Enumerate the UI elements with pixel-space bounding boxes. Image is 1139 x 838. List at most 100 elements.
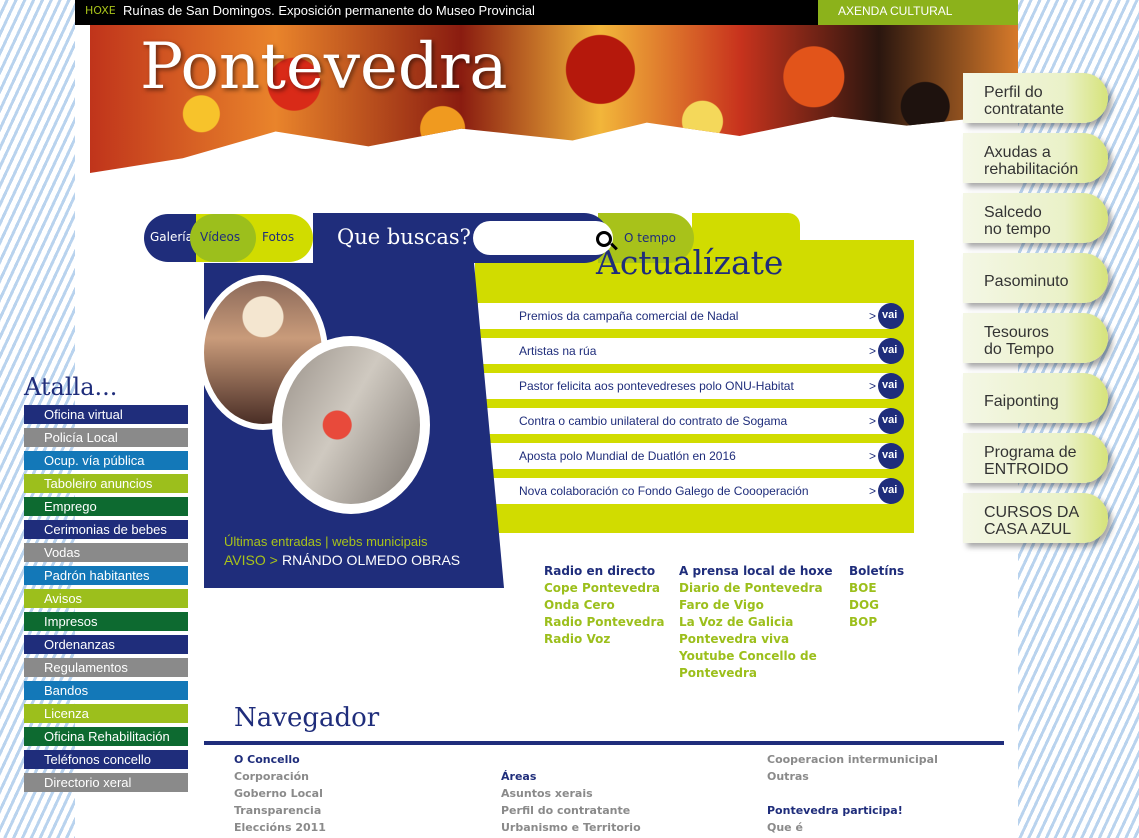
shortcut-button[interactable]: Ordenanzas [24, 635, 188, 654]
nav-link[interactable]: Urbanismo e Territorio [501, 819, 641, 836]
shortcut-button[interactable]: Oficina virtual [24, 405, 188, 424]
go-button[interactable]: vai [878, 303, 904, 329]
shortcut-button[interactable]: Ocup. vía pública [24, 451, 188, 470]
bulletins-heading: Boletíns [849, 564, 905, 578]
nav-link[interactable]: Perfil do contratante [501, 802, 641, 819]
shortcut-button[interactable]: Oficina Rehabilitación [24, 727, 188, 746]
radio-link[interactable]: Radio Voz [544, 631, 665, 648]
shortcut-button[interactable]: Directorio xeral [24, 773, 188, 792]
aviso-ticker[interactable]: RNÁNDO OLMEDO OBRAS [282, 552, 480, 570]
news-item-title: Aposta polo Mundial de Duatlón en 2016 [519, 449, 736, 463]
press-link[interactable]: Pontevedra viva [679, 631, 833, 648]
arrow-icon: > [869, 379, 877, 393]
news-item[interactable]: Aposta polo Mundial de Duatlón en 2016 > v… [478, 443, 904, 469]
go-button[interactable]: vai [878, 443, 904, 469]
radio-column: Radio en directo Cope Pontevedra Onda Ce… [544, 563, 665, 648]
press-heading: A prensa local de hoxe [679, 564, 833, 578]
shortcut-button[interactable]: Bandos [24, 681, 188, 700]
tab-line: contratante [984, 101, 1065, 118]
shortcut-button[interactable]: Policía Local [24, 428, 188, 447]
tab-line: Axudas a [984, 144, 1051, 161]
radio-heading: Radio en directo [544, 564, 656, 578]
bulletin-link[interactable]: DOG [849, 597, 904, 614]
nav-link[interactable]: Eleccións 2011 [234, 819, 326, 836]
bulletin-link[interactable]: BOP [849, 614, 904, 631]
news-item[interactable]: Pastor felicita aos pontevedreses polo O… [478, 373, 904, 399]
right-tab-axudas-rehabilitacion[interactable]: Axudas a rehabilitación [963, 133, 1108, 183]
nav-link[interactable]: Corporación [234, 768, 326, 785]
navigator-title: Navegador [234, 703, 380, 733]
right-tab-salcedo[interactable]: Salcedo no tempo [963, 193, 1108, 243]
radio-link[interactable]: Radio Pontevedra [544, 614, 665, 631]
bulletin-link[interactable]: BOE [849, 580, 904, 597]
go-button[interactable]: vai [878, 373, 904, 399]
right-tab-perfil-contratante[interactable]: Perfil do contratante [963, 73, 1108, 123]
tab-line: Salcedo [984, 204, 1042, 221]
shortcut-button[interactable]: Emprego [24, 497, 188, 516]
nav-heading[interactable]: Pontevedra participa! [767, 802, 938, 819]
go-button[interactable]: vai [878, 408, 904, 434]
nav-link[interactable]: Goberno Local [234, 785, 326, 802]
right-tab-pasominuto[interactable]: Pasominuto [963, 253, 1108, 303]
right-tab-entroido[interactable]: Programa de ENTROIDO [963, 433, 1108, 483]
today-label: HOXE [85, 4, 116, 17]
cultural-agenda-link[interactable]: AXENDA CULTURAL [818, 0, 1018, 25]
divider [204, 741, 1004, 745]
tab-line: Perfil do [984, 84, 1043, 101]
feature-photo-street[interactable] [272, 336, 430, 514]
shortcut-button[interactable]: Vodas [24, 543, 188, 562]
search-icon[interactable] [596, 231, 612, 247]
radio-link[interactable]: Onda Cero [544, 597, 665, 614]
press-link[interactable]: Youtube Concello de [679, 648, 833, 665]
nav-heading[interactable]: O Concello [234, 751, 326, 768]
aviso-label: AVISO > [224, 552, 278, 568]
right-tab-tesouros[interactable]: Tesouros do Tempo [963, 313, 1108, 363]
arrow-icon: > [869, 309, 877, 323]
nav-link[interactable]: Transparencia [234, 802, 326, 819]
shortcut-button[interactable]: Teléfonos concello [24, 750, 188, 769]
navigator-col-concello: O Concello Corporación Goberno Local Tra… [234, 751, 326, 836]
news-item-title: Nova colaboración co Fondo Galego de Coo… [519, 484, 809, 498]
tab-line: no tempo [984, 221, 1051, 238]
nav-heading[interactable]: Áreas [501, 768, 641, 785]
navigator-col-areas: Áreas Asuntos xerais Perfil do contratan… [501, 768, 641, 836]
right-tab-casa-azul[interactable]: CURSOS DA CASA AZUL [963, 493, 1108, 543]
press-link[interactable]: Pontevedra [679, 665, 833, 682]
news-item[interactable]: Artistas na rúa > vai [478, 338, 904, 364]
go-button[interactable]: vai [878, 478, 904, 504]
tab-fotos-label: Fotos [262, 230, 295, 244]
feature-links[interactable]: Últimas entradas | webs municipais [224, 534, 428, 549]
news-item[interactable]: Contra o cambio unilateral do contrato d… [478, 408, 904, 434]
news-item[interactable]: Premios da campaña comercial de Nadal > va… [478, 303, 904, 329]
shortcut-button[interactable]: Avisos [24, 589, 188, 608]
radio-link[interactable]: Cope Pontevedra [544, 580, 665, 597]
nav-link[interactable]: Outras [767, 768, 938, 785]
shortcut-button[interactable]: Regulamentos [24, 658, 188, 677]
nav-link[interactable]: Cooperacion intermunicipal [767, 751, 938, 768]
tab-videos[interactable]: Vídeos [190, 214, 256, 262]
press-link[interactable]: Faro de Vigo [679, 597, 833, 614]
shortcuts-title: Atalla... [24, 373, 118, 401]
news-item[interactable]: Nova colaboración co Fondo Galego de Coo… [478, 478, 904, 504]
nav-link[interactable]: Asuntos xerais [501, 785, 641, 802]
go-button[interactable]: vai [878, 338, 904, 364]
news-item-title: Contra o cambio unilateral do contrato d… [519, 414, 788, 428]
search-input[interactable] [473, 221, 613, 255]
shortcut-button[interactable]: Padrón habitantes [24, 566, 188, 585]
tab-line: CASA AZUL [984, 521, 1072, 538]
shortcut-button[interactable]: Licenza [24, 704, 188, 723]
right-tab-faiponting[interactable]: Faiponting [963, 373, 1108, 423]
news-panel-title: Actualízate [596, 243, 784, 282]
press-column: A prensa local de hoxe Diario de Ponteve… [679, 563, 833, 682]
press-link[interactable]: Diario de Pontevedra [679, 580, 833, 597]
press-link[interactable]: La Voz de Galicia [679, 614, 833, 631]
shortcut-button[interactable]: Impresos [24, 612, 188, 631]
nav-link[interactable]: Que é [767, 819, 938, 836]
bulletins-column: Boletíns BOE DOG BOP [849, 563, 904, 631]
shortcut-button[interactable]: Cerimonias de bebes [24, 520, 188, 539]
site-logo[interactable]: Pontevedra [140, 30, 508, 104]
shortcut-button[interactable]: Taboleiro anuncios [24, 474, 188, 493]
search-bar: Que buscas? [313, 213, 613, 263]
today-headline[interactable]: Ruínas de San Domingos. Exposición perma… [123, 3, 535, 18]
